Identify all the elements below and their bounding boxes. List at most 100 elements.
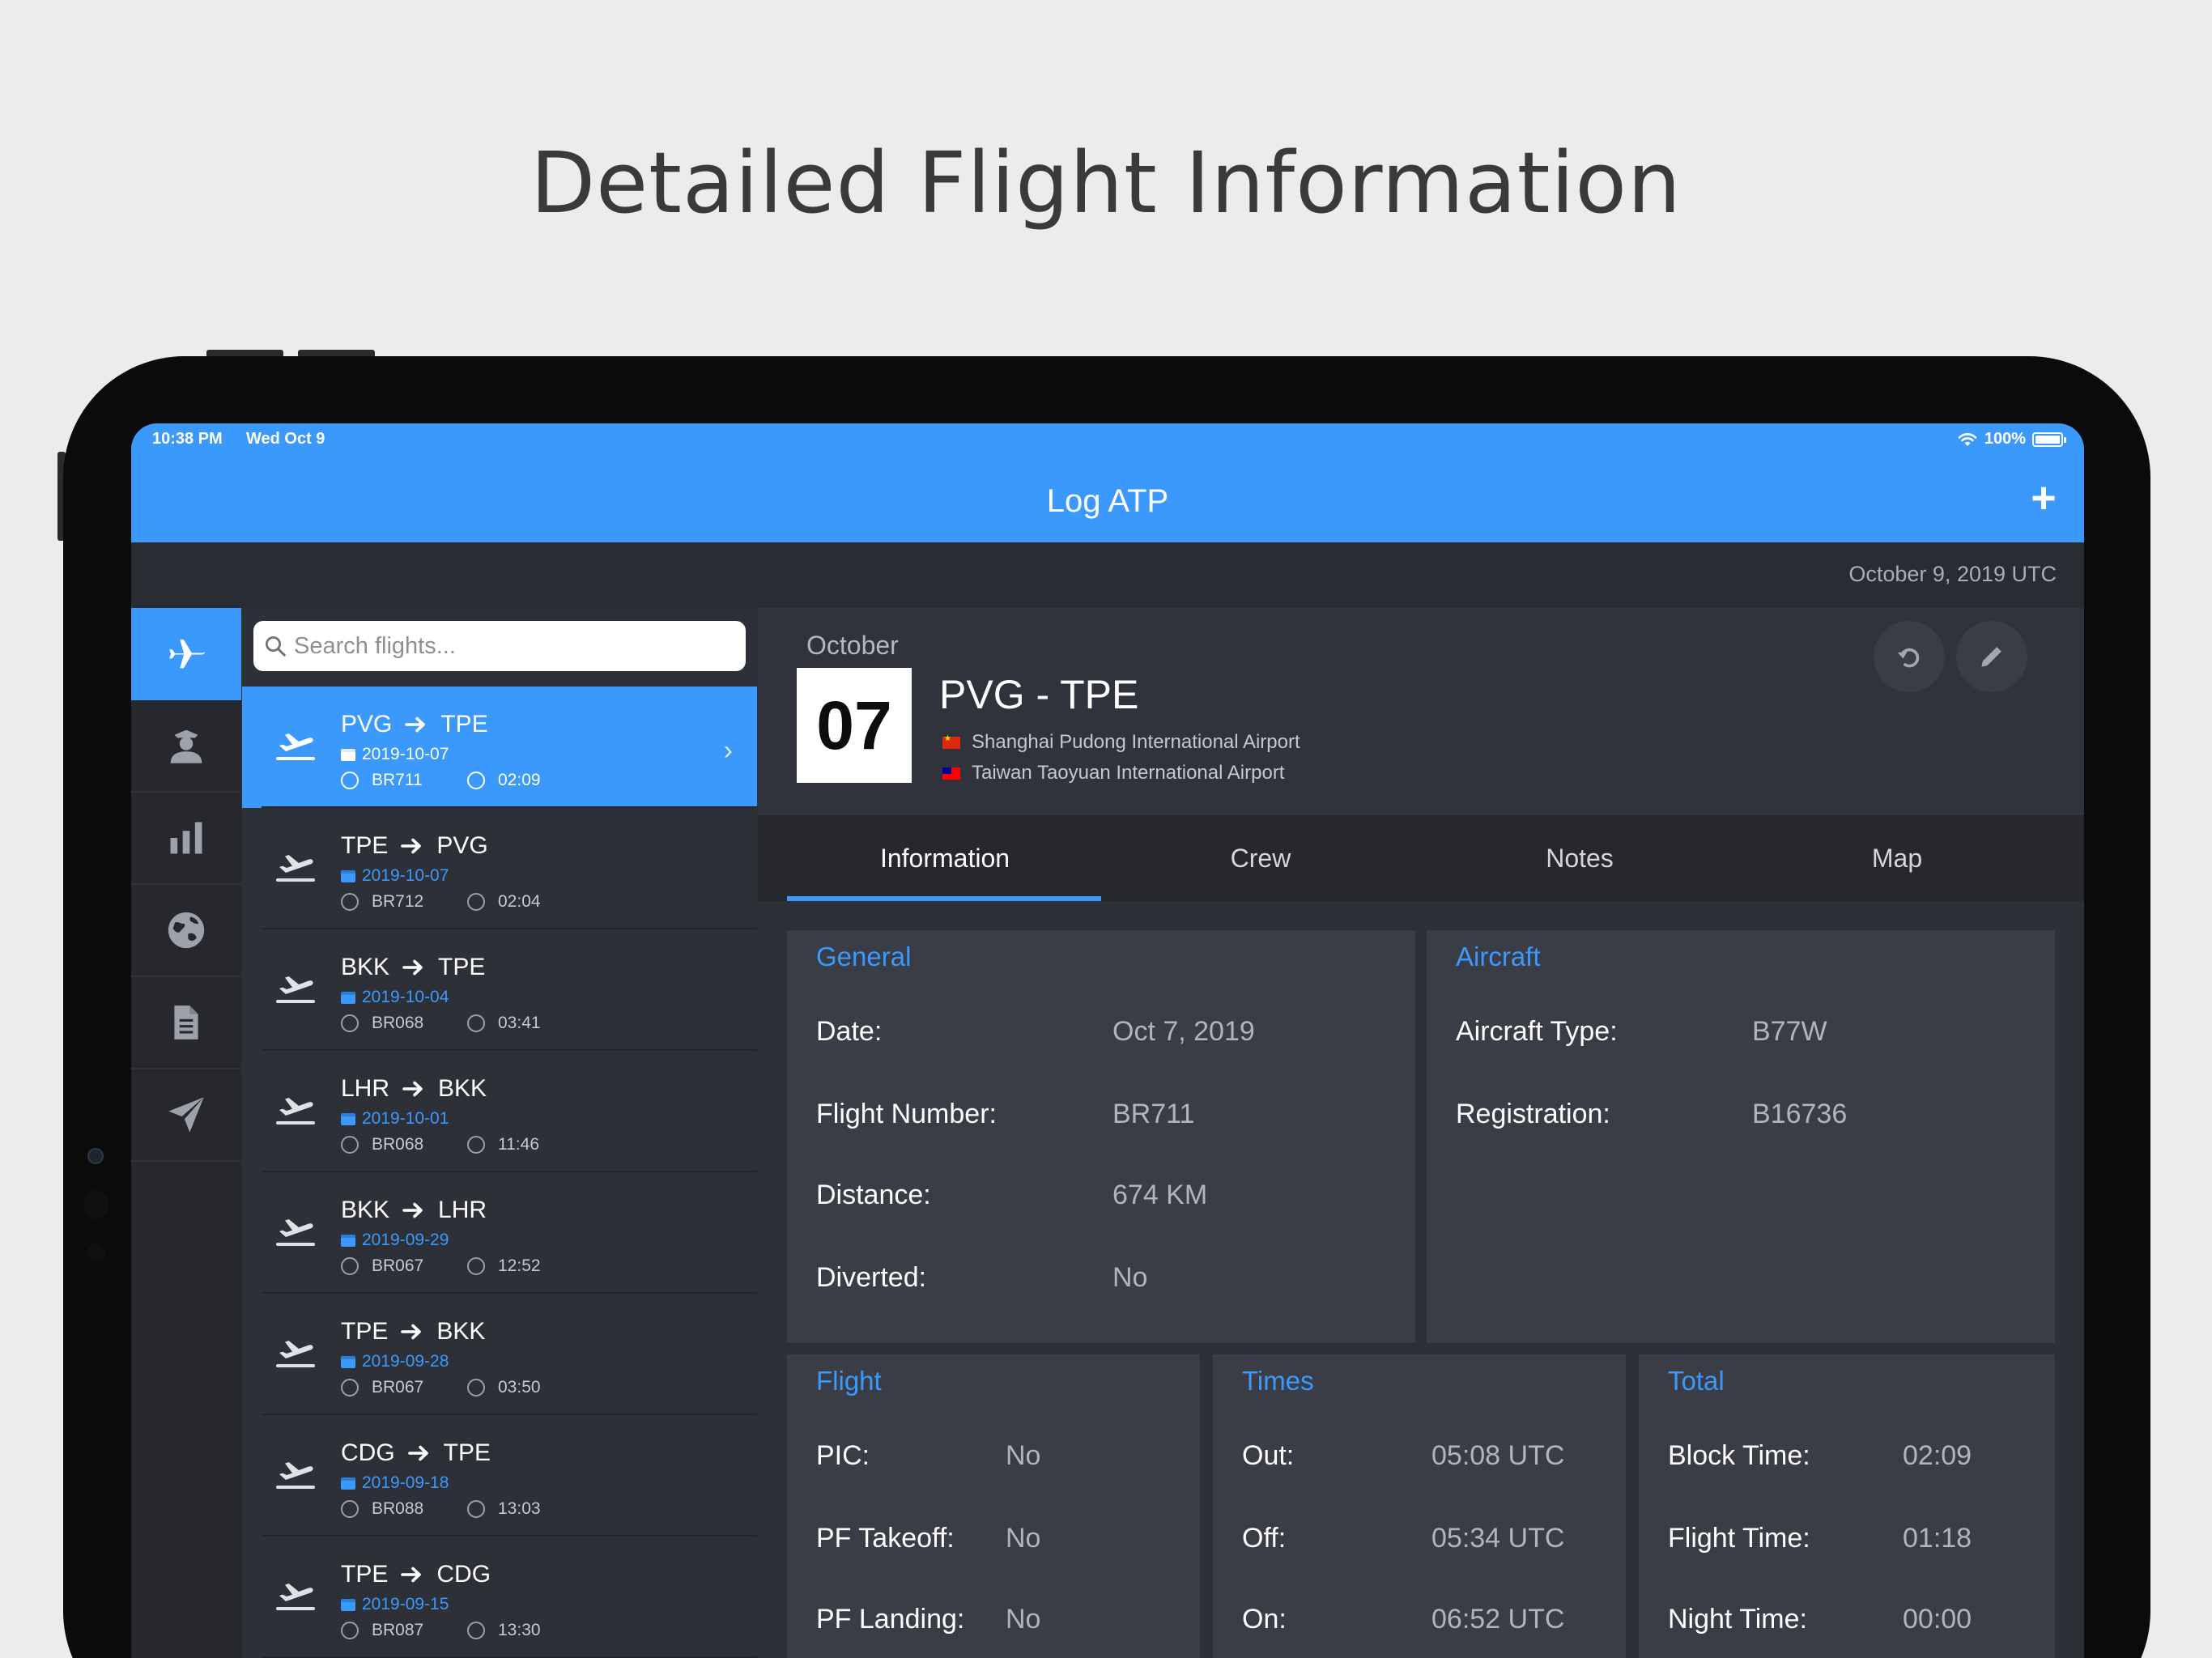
flight-number-icon: [341, 772, 359, 789]
flight-row[interactable]: TPE BKK 2019-09-28 BR067 03:50: [242, 1294, 757, 1415]
flight-route-text: BKK LHR: [341, 1197, 487, 1224]
flight-route: PVG - TPE: [939, 672, 1139, 717]
times-card: Times Out: 05:08 UTC Off: 05:34 UTC On: …: [1213, 1354, 1626, 1658]
pf-takeoff-value: No: [1006, 1523, 1041, 1554]
total-title: Total: [1668, 1366, 1725, 1396]
flight-row[interactable]: BKK TPE 2019-10-04 BR068 03:41: [242, 929, 757, 1051]
flight-row[interactable]: TPE PVG 2019-10-07 BR712 02:04: [242, 808, 757, 929]
arrow-right-icon: [401, 1324, 422, 1340]
departure-icon: [276, 1341, 315, 1367]
flight-meta: BR068 03:41: [341, 1014, 541, 1033]
row-plane: [274, 1091, 317, 1131]
flight-route-text: TPE BKK: [341, 1318, 485, 1346]
calendar-icon: [341, 1598, 355, 1611]
origin-code: TPE: [341, 832, 389, 859]
aircraft-card: Aircraft Aircraft Type: B77W Registratio…: [1427, 930, 2055, 1343]
arrow-right-icon: [401, 838, 422, 854]
arrow-right-icon: [407, 1445, 428, 1461]
general-card: General Date: Oct 7, 2019 Flight Number:…: [787, 930, 1415, 1343]
flight-date: 2019-10-04: [341, 988, 449, 1007]
arrow-right-icon: [401, 1567, 422, 1583]
flight-date-text: 2019-10-07: [362, 745, 449, 763]
flight-date-text: 2019-09-15: [362, 1595, 449, 1613]
flight-number-text: BR712: [372, 892, 424, 911]
destination-code: CDG: [436, 1561, 491, 1588]
flight-duration-text: 13:30: [498, 1621, 541, 1639]
flight-card: Flight PIC: No PF Takeoff: No PF Landing…: [787, 1354, 1200, 1658]
clock-icon: [467, 1379, 485, 1397]
row-plane: [274, 1334, 317, 1374]
distance-label: Distance:: [816, 1180, 931, 1210]
departure-icon: [276, 1462, 315, 1489]
arrow-right-icon: [402, 1202, 423, 1218]
flight-duration-text: 03:50: [498, 1378, 541, 1397]
arrow-right-icon: [402, 959, 423, 976]
paper-plane-icon: [168, 1097, 204, 1133]
distance-value: 674 KM: [1112, 1180, 1208, 1210]
calendar-icon: [341, 869, 355, 882]
flight-row[interactable]: PVG TPE 2019-10-07 BR711 02:09 ›: [242, 687, 757, 808]
rail-globe[interactable]: [131, 885, 241, 977]
flight-date: 2019-10-01: [341, 1109, 449, 1129]
wifi-icon: [1958, 432, 1977, 446]
document-icon: [174, 1005, 198, 1039]
flight-number-icon: [341, 893, 359, 911]
flight-number-icon: [341, 1379, 359, 1397]
rail-documents[interactable]: [131, 977, 241, 1069]
tab-crew[interactable]: Crew: [1103, 815, 1419, 901]
tab-map[interactable]: Map: [1739, 815, 2055, 901]
pencil-icon: [1981, 647, 2001, 667]
departure-icon: [276, 976, 315, 1003]
clock-icon: [467, 1136, 485, 1154]
undo-button[interactable]: [1874, 621, 1945, 692]
rail-crew[interactable]: [131, 700, 241, 793]
flight-route-text: TPE PVG: [341, 832, 488, 860]
night-time-value: 00:00: [1903, 1604, 1972, 1635]
block-time-value: 02:09: [1903, 1440, 1972, 1471]
nav-bar: Log ATP +: [131, 461, 2084, 542]
flight-route-text: BKK TPE: [341, 954, 485, 981]
calendar-icon: [341, 1234, 355, 1247]
departure-icon: [276, 1219, 315, 1246]
flight-list-pane: PVG TPE 2019-10-07 BR711 02:09 › TPE PVG 2019-10…: [242, 608, 757, 1658]
flight-number-icon: [341, 1014, 359, 1032]
flight-meta: BR087 13:30: [341, 1621, 541, 1640]
clock-icon: [467, 772, 485, 789]
search-input[interactable]: [294, 632, 731, 660]
origin-code: TPE: [341, 1561, 389, 1588]
edit-button[interactable]: [1956, 621, 2027, 692]
row-plane: [274, 727, 317, 767]
tab-notes[interactable]: Notes: [1422, 815, 1738, 901]
arrow-right-icon: [402, 1081, 423, 1097]
flight-header: October 07 PVG - TPE Shanghai Pudong Int…: [758, 608, 2084, 815]
flight-meta: BR711 02:09: [341, 771, 541, 790]
flight-number-text: BR711: [372, 771, 423, 789]
row-plane: [274, 1213, 317, 1252]
flight-date: 2019-09-15: [341, 1595, 449, 1614]
row-plane: [274, 848, 317, 888]
flight-row[interactable]: BKK LHR 2019-09-29 BR067 12:52: [242, 1172, 757, 1294]
flight-number-label: Flight Number:: [816, 1099, 997, 1129]
flight-number-value: BR711: [1112, 1099, 1195, 1129]
rail-send[interactable]: [131, 1069, 241, 1162]
tab-information[interactable]: Information: [787, 815, 1103, 901]
flight-duration-text: 13:03: [498, 1499, 541, 1518]
add-flight-button[interactable]: +: [2024, 476, 2063, 520]
row-plane: [274, 1577, 317, 1617]
icon-rail: [131, 608, 241, 1658]
flight-row[interactable]: LHR BKK 2019-10-01 BR068 11:46: [242, 1051, 757, 1172]
rail-flights[interactable]: [131, 608, 241, 700]
flight-meta: BR088 13:03: [341, 1499, 541, 1519]
destination-code: TPE: [438, 954, 486, 980]
rail-stats[interactable]: [131, 793, 241, 885]
departure-icon: [276, 855, 315, 882]
flights-icon: [169, 640, 205, 669]
block-time-label: Block Time:: [1668, 1440, 1810, 1471]
flight-duration-text: 11:46: [498, 1135, 539, 1154]
clock-icon: [467, 1257, 485, 1275]
flight-meta: BR067 03:50: [341, 1378, 541, 1397]
clock-icon: [467, 1622, 485, 1639]
flight-row[interactable]: TPE CDG 2019-09-15 BR087 13:30: [242, 1537, 757, 1658]
flight-date: 2019-10-07: [341, 745, 449, 764]
flight-row[interactable]: CDG TPE 2019-09-18 BR088 13:03: [242, 1415, 757, 1537]
